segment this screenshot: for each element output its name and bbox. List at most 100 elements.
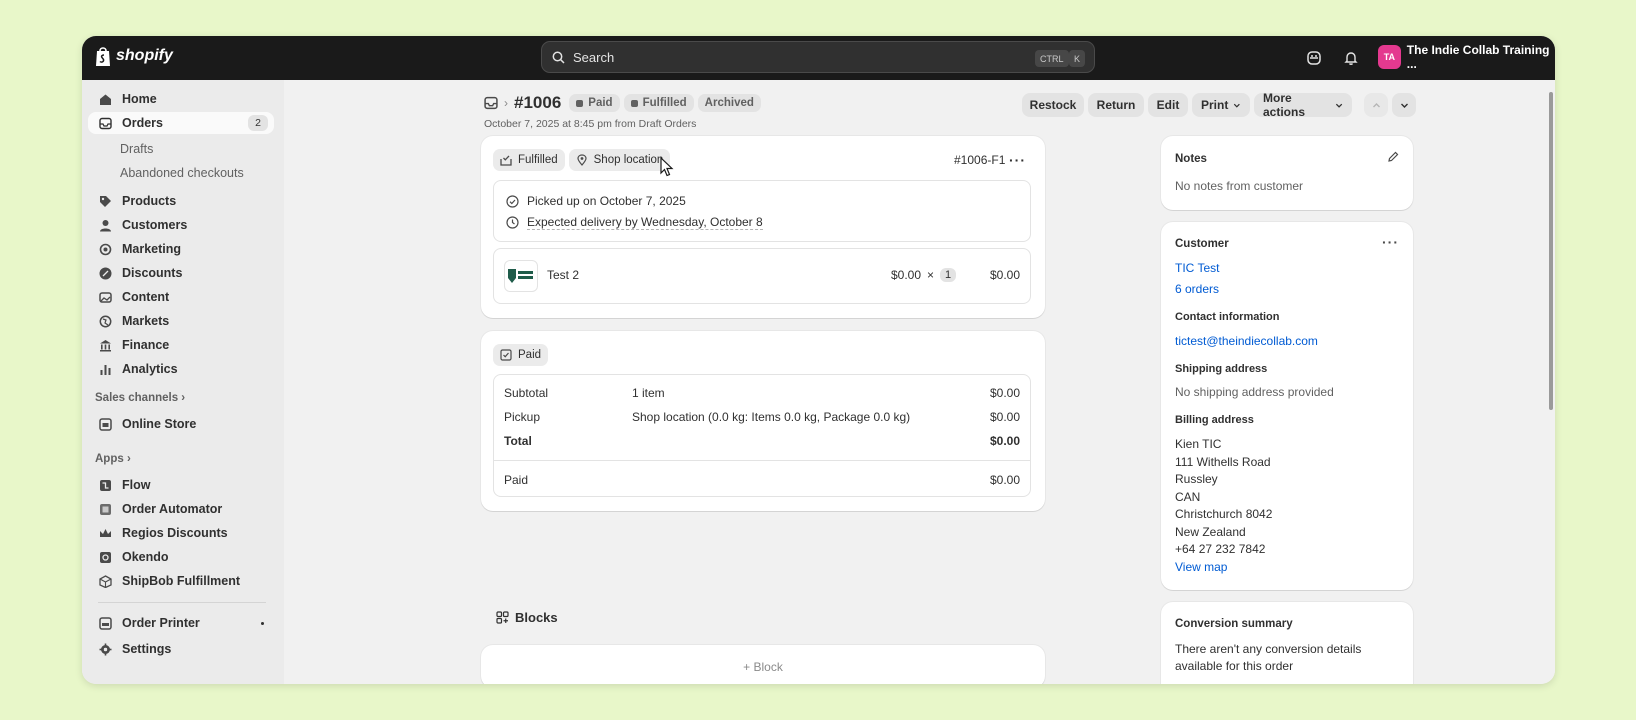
sidebar-label-markets: Markets xyxy=(122,314,170,328)
apps-heading[interactable]: Apps › xyxy=(95,453,131,465)
browser-window: shopify Search CTRL K TA The Indie Colla… xyxy=(82,36,1555,684)
sidebar-item-order-printer[interactable]: Order Printer xyxy=(88,612,274,634)
paid-dot-icon xyxy=(576,99,584,107)
customer-name-link[interactable]: TIC Test xyxy=(1175,261,1219,275)
sidebar-item-content[interactable]: Content xyxy=(88,286,274,308)
sidekick-icon[interactable] xyxy=(1304,48,1324,68)
billing-line: +64 27 232 7842 xyxy=(1175,542,1266,556)
fulfilled-status-badge: Fulfilled xyxy=(623,94,694,112)
mouse-cursor-icon xyxy=(660,157,674,177)
sidebar-item-okendo[interactable]: Okendo xyxy=(88,546,274,568)
sidebar-label-marketing: Marketing xyxy=(122,242,182,256)
bar-chart-icon xyxy=(98,362,112,376)
customer-email-link[interactable]: tictest@theindiecollab.com xyxy=(1175,334,1318,348)
crown-icon xyxy=(98,526,112,540)
chevron-down-icon xyxy=(1400,103,1408,108)
picked-up-row: Picked up on October 7, 2025 xyxy=(506,194,686,208)
orders-count-badge: 2 xyxy=(248,115,268,131)
sidebar-divider xyxy=(98,602,266,603)
product-thumbnail[interactable] xyxy=(504,260,538,292)
fulfilled-badge: Fulfilled xyxy=(493,149,565,171)
fulfillment-timeline-box: Picked up on October 7, 2025 Expected de… xyxy=(493,180,1031,242)
billing-line: Christchurch 8042 xyxy=(1175,507,1273,521)
fulfillment-more-icon[interactable]: ··· xyxy=(1009,152,1026,168)
sidebar-label-finance: Finance xyxy=(122,338,170,352)
sidebar-label-content: Content xyxy=(122,290,170,304)
sidebar-item-discounts[interactable]: Discounts xyxy=(88,262,274,284)
archived-status-badge: Archived xyxy=(697,94,761,112)
pickup-label: Pickup xyxy=(504,410,541,424)
search-bar[interactable]: Search CTRL K xyxy=(541,41,1095,73)
next-order-button[interactable] xyxy=(1392,93,1416,117)
edit-button[interactable]: Edit xyxy=(1148,93,1188,117)
sidebar-item-flow[interactable]: Flow xyxy=(88,474,274,496)
subtotal-value: $0.00 xyxy=(989,386,1020,400)
store-menu[interactable]: TA The Indie Collab Training ... xyxy=(1378,43,1555,71)
return-button[interactable]: Return xyxy=(1088,93,1144,117)
sidebar-label-order-automator: Order Automator xyxy=(122,502,223,516)
sidebar-item-shipbob[interactable]: ShipBob Fulfillment xyxy=(88,570,274,592)
sidebar-item-online-store[interactable]: Online Store xyxy=(88,413,274,435)
discount-icon xyxy=(98,266,112,280)
customer-more-icon[interactable]: ··· xyxy=(1382,234,1399,250)
previous-order-button[interactable] xyxy=(1364,93,1388,117)
shopify-logo[interactable]: shopify xyxy=(94,45,173,67)
orders-breadcrumb-icon[interactable] xyxy=(484,96,498,110)
add-block-button[interactable]: + Block xyxy=(481,645,1045,684)
sidebar-item-customers[interactable]: Customers xyxy=(88,214,274,236)
sales-channels-heading[interactable]: Sales channels › xyxy=(95,392,185,404)
paid-badge: Paid xyxy=(493,344,549,366)
sidebar-item-markets[interactable]: Markets xyxy=(88,310,274,332)
shopify-bag-icon xyxy=(96,47,110,66)
clock-icon xyxy=(506,216,519,229)
more-actions-button[interactable]: More actions xyxy=(1254,91,1352,119)
product-name[interactable]: Test 2 xyxy=(547,268,579,282)
sidebar-item-finance[interactable]: Finance xyxy=(88,334,274,356)
page-scrollbar[interactable] xyxy=(1547,80,1555,684)
shop-location-badge: Shop location xyxy=(568,149,671,171)
tag-icon xyxy=(98,194,112,208)
store-avatar: TA xyxy=(1378,45,1401,69)
home-icon xyxy=(98,92,112,106)
sidebar-item-orders[interactable]: Orders 2 xyxy=(88,112,274,134)
sidebar-label-flow: Flow xyxy=(122,478,151,492)
sidebar-item-regios-discounts[interactable]: Regios Discounts xyxy=(88,522,274,544)
shipping-address-title: Shipping address xyxy=(1175,363,1268,375)
sidebar-item-settings[interactable]: Settings xyxy=(88,638,274,660)
sidebar-label-orders: Orders xyxy=(122,116,163,130)
restock-button[interactable]: Restock xyxy=(1022,93,1084,117)
chevron-up-icon xyxy=(1372,102,1380,107)
sidebar-item-abandoned-checkouts[interactable]: Abandoned checkouts xyxy=(120,166,244,180)
view-map-link[interactable]: View map xyxy=(1175,559,1272,577)
sidebar-label-online-store: Online Store xyxy=(122,417,197,431)
search-label: Search xyxy=(573,49,615,65)
search-icon xyxy=(552,51,565,64)
item-price-qty: $0.00 × 1 xyxy=(891,268,957,282)
top-bar: shopify Search CTRL K TA The Indie Colla… xyxy=(82,36,1555,80)
fulfilled-dot-icon xyxy=(630,99,638,107)
printer-icon xyxy=(98,616,112,630)
bell-icon[interactable] xyxy=(1341,48,1361,68)
conversion-text: There aren't any conversion details avai… xyxy=(1175,642,1362,673)
sidebar-item-products[interactable]: Products xyxy=(88,190,274,212)
sidebar-item-marketing[interactable]: Marketing xyxy=(88,238,274,260)
conversion-summary-card: Conversion summary There aren't any conv… xyxy=(1161,602,1413,684)
sidebar-item-analytics[interactable]: Analytics xyxy=(88,358,274,380)
print-label: Print xyxy=(1201,98,1229,112)
sidebar-item-home[interactable]: Home xyxy=(88,88,274,110)
customer-title: Customer xyxy=(1175,238,1229,250)
print-button[interactable]: Print xyxy=(1192,93,1250,117)
sidebar-item-order-automator[interactable]: Order Automator xyxy=(88,498,274,520)
line-item-box: Test 2 $0.00 × 1 $0.00 xyxy=(493,248,1031,304)
notes-title: Notes xyxy=(1175,153,1207,165)
sidebar-label-analytics: Analytics xyxy=(122,362,178,376)
flow-app-icon xyxy=(98,478,112,492)
sidebar-item-drafts[interactable]: Drafts xyxy=(120,142,153,156)
edit-notes-icon[interactable] xyxy=(1387,151,1399,166)
pin-dot xyxy=(261,622,264,625)
order-automator-app-icon xyxy=(98,502,112,516)
gear-icon xyxy=(98,642,112,656)
scrollbar-thumb[interactable] xyxy=(1549,92,1553,410)
globe-icon xyxy=(98,314,112,328)
customer-orders-link[interactable]: 6 orders xyxy=(1175,282,1219,296)
